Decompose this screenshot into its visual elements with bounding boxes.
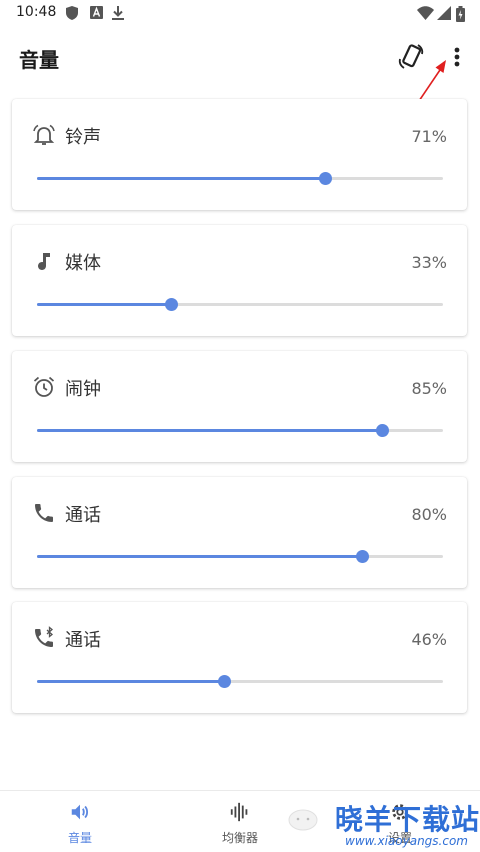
slider-fill — [37, 680, 224, 683]
volume-label: 通话 — [65, 505, 101, 526]
slider-fill — [37, 303, 171, 306]
slider-thumb[interactable] — [376, 424, 390, 437]
slider-thumb[interactable] — [164, 298, 178, 311]
volume-card-media: 媒体 33% — [12, 225, 467, 336]
nav-label: 音量 — [67, 831, 92, 845]
slider-fill — [37, 555, 362, 558]
nav-item-equalizer[interactable]: 均衡器 — [180, 791, 300, 852]
volume-slider[interactable] — [37, 550, 443, 563]
volume-percent: 33% — [411, 253, 447, 272]
volume-slider[interactable] — [37, 675, 443, 688]
watermark-text: 晓羊下载站 — [335, 803, 480, 836]
volume-slider[interactable] — [37, 298, 443, 311]
slider-fill — [37, 177, 326, 180]
volume-label: 闹钟 — [65, 379, 101, 400]
wifi-icon — [417, 6, 434, 20]
watermark-url: www.xiaoyangs.com — [345, 834, 468, 848]
volume-card-call: 通话 80% — [12, 477, 467, 588]
volume-card-ringtone: 铃声 71% — [12, 99, 467, 210]
volume-percent: 80% — [411, 505, 447, 524]
slider-thumb[interactable] — [319, 172, 333, 185]
equalizer-icon — [230, 802, 248, 822]
volume-icon — [71, 804, 89, 820]
nav-item-volume[interactable]: 音量 — [20, 791, 140, 852]
bluetooth-phone-icon — [35, 626, 54, 647]
volume-label: 通话 — [65, 630, 101, 651]
phone-icon — [35, 504, 53, 522]
watermark: 晓羊下载站 www.xiaoyangs.com — [335, 798, 480, 852]
signal-icon — [437, 6, 451, 20]
download-icon — [112, 6, 124, 20]
volume-card-bluetooth-call: 通话 46% — [12, 602, 467, 713]
volume-percent: 85% — [411, 379, 447, 398]
battery-icon — [456, 6, 465, 22]
status-bar: 10:48 — [0, 0, 480, 28]
volume-percent: 46% — [411, 630, 447, 649]
sheep-logo-icon — [288, 809, 318, 831]
slider-fill — [37, 429, 383, 432]
alarm-clock-icon — [33, 376, 55, 397]
volume-card-alarm: 闹钟 85% — [12, 351, 467, 462]
slider-thumb[interactable] — [217, 675, 231, 688]
status-time: 10:48 — [16, 4, 57, 20]
bell-icon — [33, 124, 55, 145]
volume-slider[interactable] — [37, 172, 443, 185]
slider-thumb[interactable] — [355, 550, 369, 563]
shield-icon — [66, 6, 78, 20]
nav-label: 均衡器 — [221, 831, 258, 845]
volume-percent: 71% — [411, 127, 447, 146]
volume-label: 铃声 — [65, 127, 101, 148]
volume-slider[interactable] — [37, 424, 443, 437]
a-badge-icon — [90, 6, 103, 19]
music-note-icon — [38, 253, 50, 270]
page-title: 音量 — [19, 48, 59, 72]
volume-label: 媒体 — [65, 253, 101, 274]
